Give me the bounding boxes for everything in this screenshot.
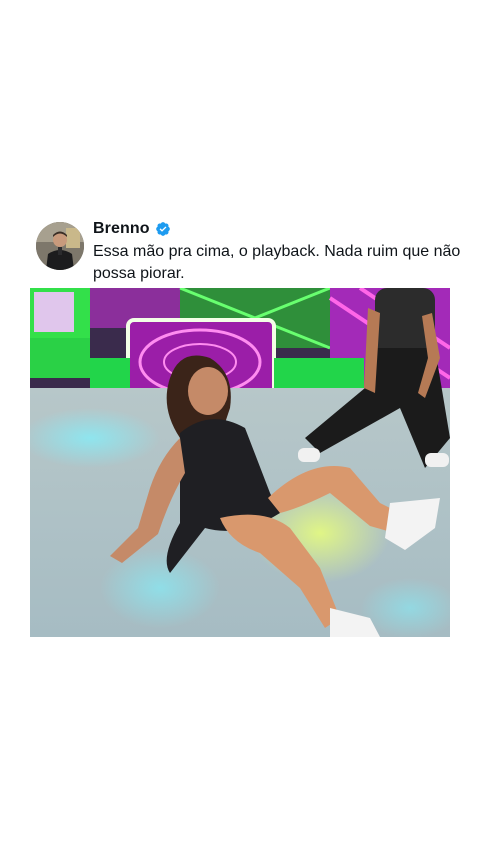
video-frame (30, 288, 450, 637)
author-name[interactable]: Brenno (93, 220, 150, 238)
screen: Brenno Essa mão pra cima, o playback. Na… (0, 0, 480, 854)
post-card[interactable]: Brenno Essa mão pra cima, o playback. Na… (36, 218, 460, 288)
post-video[interactable] (30, 288, 450, 637)
author-row: Brenno (93, 218, 171, 240)
post-text: Essa mão pra cima, o playback. Nada ruim… (93, 243, 461, 282)
avatar-image (36, 222, 84, 270)
verified-badge-icon (155, 221, 171, 237)
avatar[interactable] (36, 222, 84, 270)
